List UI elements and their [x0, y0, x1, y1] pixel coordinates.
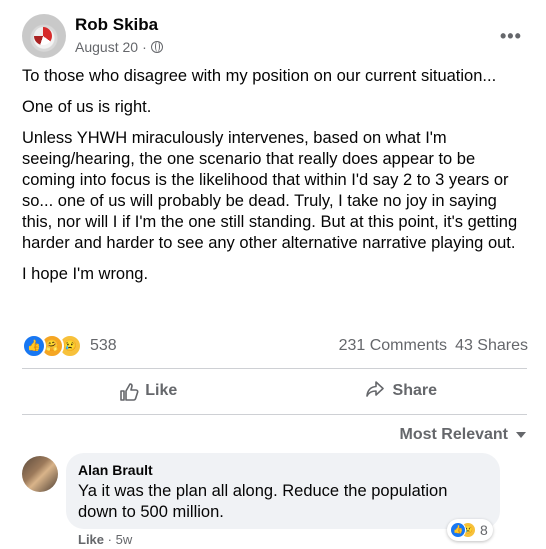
- comment-footer: Like · 5w: [78, 532, 132, 547]
- share-arrow-icon: [365, 379, 385, 404]
- author-name[interactable]: Rob Skiba: [75, 15, 158, 35]
- footer-separator: ·: [107, 532, 112, 547]
- post-body: To those who disagree with my position o…: [22, 66, 527, 295]
- post-meta: August 20 ·: [75, 39, 163, 55]
- caret-down-icon: [516, 432, 526, 438]
- more-options-icon[interactable]: •••: [500, 26, 522, 47]
- comment-time[interactable]: 5w: [116, 532, 133, 547]
- commenter-name[interactable]: Alan Brault: [78, 462, 153, 478]
- reaction-count: 538: [90, 337, 117, 354]
- action-bar: Like Share: [22, 370, 527, 412]
- sort-label: Most Relevant: [399, 426, 508, 443]
- globe-icon: [150, 41, 163, 53]
- meta-separator: ·: [142, 39, 147, 55]
- post-paragraph: I hope I'm wrong.: [22, 265, 149, 283]
- like-label: Like: [145, 382, 178, 399]
- shares-count-link[interactable]: 43 Shares: [455, 337, 528, 355]
- post-paragraph: To those who disagree with my position o…: [22, 67, 497, 85]
- post-paragraph: One of us is right.: [22, 98, 152, 116]
- reaction-summary[interactable]: 👍 🤗 😢 538: [22, 334, 117, 358]
- facebook-post: Rob Skiba August 20 · ••• To those who d…: [0, 0, 546, 549]
- thumbs-up-icon: [119, 382, 139, 401]
- engagement-counts: 231 Comments 43 Shares: [339, 337, 528, 355]
- share-button[interactable]: Share: [275, 370, 528, 412]
- post-paragraph: Unless YHWH miraculously intervenes, bas…: [22, 129, 518, 252]
- divider: [22, 368, 527, 369]
- divider: [22, 414, 527, 415]
- comment-reactions[interactable]: 👍 😢 8: [447, 519, 493, 541]
- comment-reaction-count: 8: [480, 522, 488, 538]
- comment-sort-dropdown[interactable]: Most Relevant: [400, 426, 526, 444]
- author-avatar[interactable]: [22, 14, 66, 58]
- like-button[interactable]: Like: [22, 370, 275, 412]
- comments-count-link[interactable]: 231 Comments: [339, 337, 448, 355]
- post-header: Rob Skiba August 20 · •••: [22, 12, 532, 60]
- commenter-avatar[interactable]: [22, 456, 58, 492]
- comment-bubble: Alan Brault Ya it was the plan all along…: [66, 453, 500, 529]
- like-icon: 👍: [450, 522, 466, 538]
- like-icon: 👍: [22, 334, 46, 358]
- share-label: Share: [392, 382, 437, 399]
- comment-text: Ya it was the plan all along. Reduce the…: [78, 482, 448, 521]
- post-date[interactable]: August 20: [75, 39, 138, 55]
- comment-like-button[interactable]: Like: [78, 532, 104, 547]
